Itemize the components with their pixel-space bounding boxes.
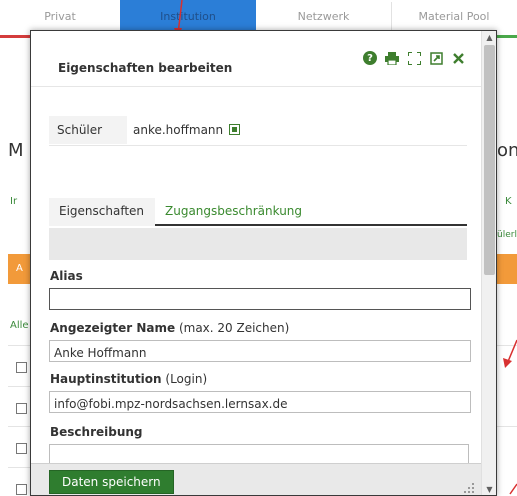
dialog-body: Schüler anke.hoffmann Eigenschaften Zuga… <box>31 88 481 463</box>
fullscreen-icon[interactable] <box>407 51 421 65</box>
help-icon[interactable]: ? <box>363 51 377 65</box>
alias-input[interactable] <box>49 288 471 310</box>
tab-toolbar-stripe <box>49 228 467 260</box>
main-institution-label-text: Hauptinstitution <box>50 372 162 386</box>
main-institution-hint: (Login) <box>161 372 208 386</box>
description-label: Beschreibung <box>50 425 143 439</box>
popout-icon[interactable] <box>429 51 443 65</box>
tab-zugangsbeschraenkung[interactable]: Zugangsbeschränkung <box>165 198 302 226</box>
dialog-title: Eigenschaften bearbeiten <box>58 61 233 75</box>
scroll-up-arrow-icon[interactable]: ▲ <box>482 31 496 45</box>
scroll-thumb[interactable] <box>484 45 495 275</box>
save-button[interactable]: Daten speichern <box>49 470 174 494</box>
close-icon[interactable] <box>451 51 465 65</box>
description-label-text: Beschreibung <box>50 425 143 439</box>
display-name-hint: (max. 20 Zeichen) <box>175 321 290 335</box>
dialog-header-icons: ? <box>363 51 465 65</box>
annotation-arrow-bottom <box>509 483 517 495</box>
display-name-label: Angezeigter Name (max. 20 Zeichen) <box>50 321 289 335</box>
print-icon[interactable] <box>385 51 399 65</box>
student-value: anke.hoffmann <box>133 123 224 137</box>
student-label: Schüler <box>49 116 127 144</box>
tab-eigenschaften[interactable]: Eigenschaften <box>49 198 155 226</box>
main-institution-label: Hauptinstitution (Login) <box>50 372 207 386</box>
dialog-header[interactable]: Eigenschaften bearbeiten ? <box>31 31 481 87</box>
display-name-label-text: Angezeigter Name <box>50 321 176 335</box>
description-textarea[interactable] <box>49 444 469 463</box>
edit-properties-dialog: Eigenschaften bearbeiten ? Schüler anke.… <box>30 30 497 496</box>
dialog-footer: Daten speichern <box>31 463 496 495</box>
annotation-arrowhead-right <box>503 358 512 368</box>
main-institution-input[interactable] <box>49 391 471 413</box>
user-card-icon[interactable] <box>229 124 240 135</box>
student-row: Schüler anke.hoffmann <box>49 116 467 146</box>
scroll-down-arrow-icon[interactable]: ▼ <box>482 483 496 495</box>
resize-grip-icon[interactable] <box>464 483 474 493</box>
display-name-input[interactable] <box>49 340 471 362</box>
alias-label-text: Alias <box>50 269 83 283</box>
dialog-scrollbar[interactable]: ▲ ▼ <box>481 31 496 495</box>
alias-label: Alias <box>50 269 83 283</box>
properties-tabs: Eigenschaften Zugangsbeschränkung <box>49 198 467 226</box>
